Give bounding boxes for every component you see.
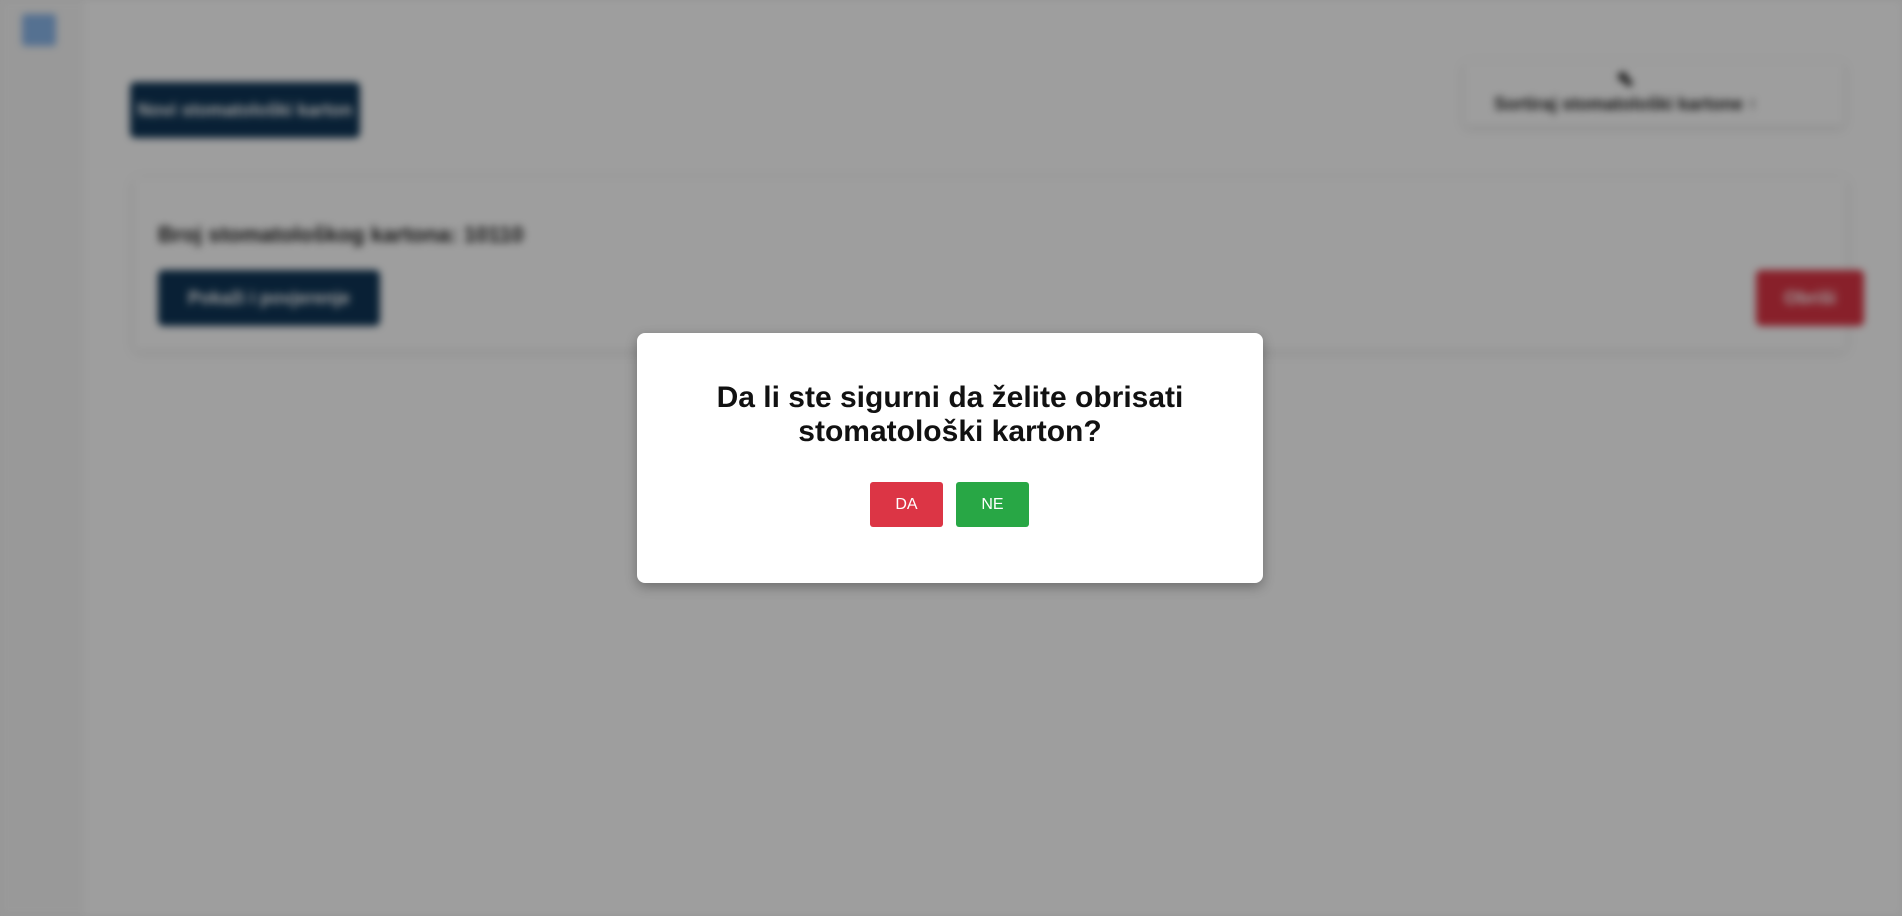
dialog-title: Da li ste sigurni da želite obrisati sto… [637,381,1263,449]
dialog-title-line-1: Da li ste sigurni da želite obrisati [716,381,1184,414]
dialog-title-line-2: stomatološki karton? [798,415,1102,448]
confirm-no-button[interactable]: NE [956,482,1029,527]
confirm-delete-dialog: Da li ste sigurni da želite obrisati sto… [637,333,1263,583]
confirm-yes-button[interactable]: DA [870,482,943,527]
